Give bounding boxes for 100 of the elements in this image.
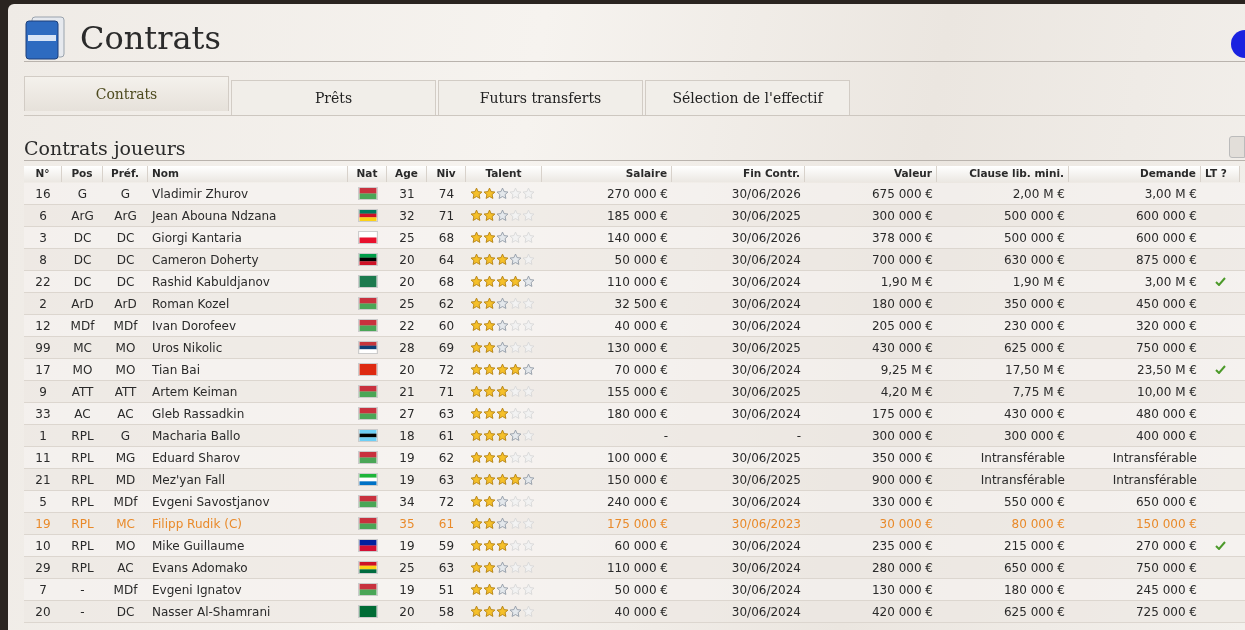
- table-cell-text: 550 000 €: [1002, 493, 1066, 511]
- table-cell-text: 235 000 €: [870, 537, 934, 555]
- star-icon: [470, 605, 483, 618]
- column-header[interactable]: Demande: [1069, 166, 1201, 182]
- table-cell-text: 180 000 €: [870, 295, 934, 313]
- star-icon: [470, 385, 483, 398]
- table-cell-text: 35: [398, 515, 416, 533]
- table-cell-text: 450 000 €: [1134, 295, 1198, 313]
- table-cell-text: 30/06/2024: [730, 251, 802, 269]
- table-cell-text: 10: [34, 537, 52, 555]
- table-cell-text: 30/06/2025: [730, 449, 802, 467]
- star-icon: [470, 319, 483, 332]
- player-name: Ivan Dorofeev: [151, 317, 238, 335]
- table-cell-text: DC: [72, 229, 93, 247]
- column-header[interactable]: Fin Contr.: [672, 166, 805, 182]
- table-cell-text: 3,00 M €: [1143, 185, 1198, 203]
- star-icon: [496, 385, 509, 398]
- flag-icon: [357, 209, 378, 222]
- table-cell-text: 19: [398, 537, 416, 555]
- table-cell-text: 110 000 €: [605, 559, 669, 577]
- column-header[interactable]: Niv: [427, 166, 466, 182]
- column-header[interactable]: Clause lib. mini.: [937, 166, 1069, 182]
- column-header[interactable]: Préf.: [103, 166, 148, 182]
- table-cell-text: 240 000 €: [605, 493, 669, 511]
- table-cell-text: 1: [38, 427, 48, 445]
- table-cell-text: 99: [34, 339, 52, 357]
- tab[interactable]: Prêts: [231, 80, 436, 115]
- table-cell-text: MDf: [112, 493, 139, 511]
- player-name: Eduard Sharov: [151, 449, 241, 467]
- player-name: Roman Kozel: [151, 295, 231, 313]
- table-cell-text: 21: [398, 383, 416, 401]
- table-cell-text: MO: [114, 339, 137, 357]
- table-cell-text: 69: [437, 339, 456, 357]
- table-cell-text: 27: [398, 405, 416, 423]
- info-icon[interactable]: [1231, 30, 1245, 58]
- column-header[interactable]: Nat: [348, 166, 387, 182]
- table-cell-text: 378 000 €: [870, 229, 934, 247]
- tab[interactable]: Futurs transferts: [438, 80, 643, 115]
- star-icon: [483, 319, 496, 332]
- column-header[interactable]: Salaire: [542, 166, 672, 182]
- table-cell-text: MC: [115, 515, 136, 533]
- table-cell-text: DC: [115, 229, 136, 247]
- table-cell-text: 9: [38, 383, 48, 401]
- table-cell-text: 20: [398, 603, 416, 621]
- table-cell-text: 2,00 M €: [1011, 185, 1066, 203]
- table-cell-text: 3: [38, 229, 48, 247]
- column-header[interactable]: Nom: [148, 166, 348, 182]
- player-name: Macharia Ballo: [151, 427, 242, 445]
- table-cell-text: 40 000 €: [613, 317, 669, 335]
- star-icon: [496, 429, 509, 442]
- table-cell-text: MO: [114, 537, 137, 555]
- tab[interactable]: Contrats: [24, 76, 229, 111]
- page-title: Contrats: [80, 21, 221, 54]
- table-cell-text: 20: [398, 361, 416, 379]
- table-cell-text: 350 000 €: [870, 449, 934, 467]
- star-icon: [483, 451, 496, 464]
- table-cell-text: 30/06/2024: [730, 559, 802, 577]
- player-name: Gleb Rassadkin: [151, 405, 246, 423]
- table-cell-text: 750 000 €: [1134, 559, 1198, 577]
- table-cell-text: 31: [398, 185, 416, 203]
- table-cell-text: 80 000 €: [1010, 515, 1066, 533]
- table-cell-text: 185 000 €: [605, 207, 669, 225]
- table-cell-text: 110 000 €: [605, 273, 669, 291]
- column-header[interactable]: Talent: [466, 166, 542, 182]
- section-title: Contrats joueurs: [24, 139, 186, 158]
- star-icon: [509, 297, 522, 310]
- column-header[interactable]: Pos: [62, 166, 103, 182]
- star-icon: [496, 539, 509, 552]
- table-cell-text: MDf: [69, 317, 96, 335]
- table-cell-text: 70 000 €: [613, 361, 669, 379]
- star-icon: [509, 363, 522, 376]
- table-cell-text: 30/06/2026: [730, 185, 802, 203]
- column-header[interactable]: N°: [24, 166, 62, 182]
- table-cell-text: 480 000 €: [1134, 405, 1198, 423]
- star-icon: [509, 187, 522, 200]
- table-cell-text: 72: [437, 493, 456, 511]
- table-cell-text: 625 000 €: [1002, 339, 1066, 357]
- table-cell-text: 430 000 €: [1002, 405, 1066, 423]
- table-cell-text: 68: [437, 273, 456, 291]
- table-cell-text: 63: [437, 471, 456, 489]
- table-cell-text: 71: [437, 383, 456, 401]
- column-header[interactable]: Valeur: [805, 166, 937, 182]
- table-cell-text: 9,25 M €: [879, 361, 934, 379]
- table-cell-text: 40 000 €: [613, 603, 669, 621]
- tab[interactable]: Sélection de l'effectif: [645, 80, 850, 115]
- table-cell-text: 30/06/2024: [730, 273, 802, 291]
- column-header[interactable]: Age: [387, 166, 427, 182]
- table-cell-text: 74: [437, 185, 456, 203]
- star-icon: [470, 517, 483, 530]
- star-icon: [509, 495, 522, 508]
- column-header[interactable]: LT ?: [1201, 166, 1240, 182]
- star-icon: [522, 297, 535, 310]
- star-icon: [483, 429, 496, 442]
- table-cell-text: ArG: [70, 207, 95, 225]
- flag-icon: [357, 297, 378, 310]
- table-cell-text: 2: [38, 295, 48, 313]
- star-icon: [522, 319, 535, 332]
- star-icon: [470, 561, 483, 574]
- star-icon: [470, 275, 483, 288]
- table-cell-text: RPL: [70, 515, 95, 533]
